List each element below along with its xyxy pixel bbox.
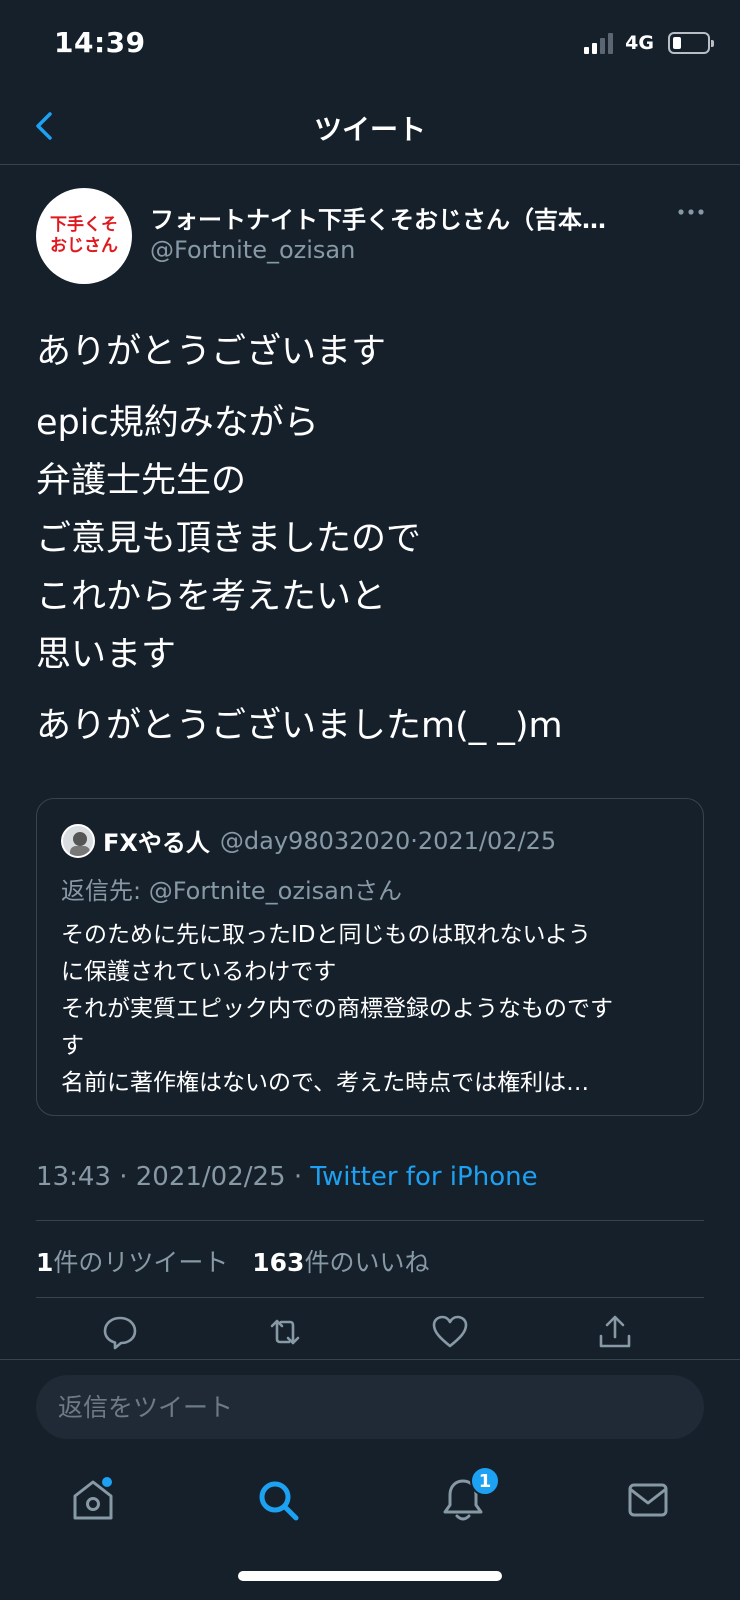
- battery-icon: [668, 32, 714, 54]
- quoted-tweet-card[interactable]: FXやる人 @day98032020 · 2021/02/25 返信先: @Fo…: [36, 798, 704, 1116]
- reply-bar: [0, 1359, 740, 1459]
- quoted-handle: @day98032020: [219, 826, 411, 855]
- quoted-avatar: [61, 823, 95, 858]
- quoted-reply-to: 返信先: @Fortnite_ozisanさん: [61, 877, 403, 905]
- search-icon[interactable]: [252, 1474, 304, 1526]
- tweet-stats: 1件のリツイート 163件のいいね: [36, 1243, 429, 1279]
- like-count: 163: [252, 1248, 305, 1277]
- status-indicators: 4G: [584, 32, 714, 54]
- meta-separator: ·: [119, 1162, 128, 1192]
- home-icon[interactable]: [67, 1474, 119, 1526]
- tweet-actions: [36, 1312, 704, 1362]
- divider: [36, 1297, 704, 1298]
- avatar-text-line2: おじさん: [50, 236, 118, 256]
- tweet-author: 下手くそ おじさん フォートナイト下手くそおじさん（吉本… @Fortnite_…: [36, 188, 708, 284]
- quoted-tweet-header: FXやる人 @day98032020 · 2021/02/25: [61, 823, 556, 858]
- avatar[interactable]: 下手くそ おじさん: [36, 188, 132, 284]
- user-handle[interactable]: @Fortnite_ozisan: [150, 236, 355, 264]
- like-stat[interactable]: 163件のいいね: [252, 1248, 429, 1277]
- tweet-line: 思います: [36, 635, 177, 675]
- page-title: ツイート: [313, 113, 426, 146]
- quoted-line: それが実質エピック内での商標登録のようなものです: [61, 996, 613, 1022]
- meta-separator: ·: [293, 1162, 303, 1192]
- avatar-text-line1: 下手くそ: [50, 215, 118, 235]
- signal-icon: [584, 32, 614, 54]
- retweet-label: 件のリツイート: [53, 1248, 229, 1277]
- quoted-display-name: FXやる人: [103, 829, 210, 857]
- quoted-line: す: [61, 1033, 84, 1059]
- like-label: 件のいいね: [304, 1248, 430, 1277]
- status-bar: 14:39 4G: [0, 0, 740, 90]
- retweet-count: 1: [36, 1248, 54, 1277]
- messages-icon[interactable]: [622, 1474, 674, 1526]
- tweet-line: これからを考えたいと: [36, 577, 387, 617]
- display-name[interactable]: フォートナイト下手くそおじさん（吉本…: [150, 200, 650, 235]
- network-label: 4G: [625, 32, 654, 54]
- tweet-meta: 13:43 · 2021/02/25 · Twitter for iPhone: [36, 1162, 538, 1192]
- tweet-paragraph: ありがとうございましたm(_ _)m: [36, 706, 563, 746]
- notification-badge: 1: [470, 1466, 500, 1496]
- divider: [36, 1220, 704, 1221]
- home-indicator: [238, 1571, 502, 1581]
- tweet-paragraph: epic規約みながら 弁護士先生の ご意見も頂きましたので これからを考えたいと…: [36, 394, 716, 684]
- quoted-text: そのために先に取ったIDと同じものは取れないよう に保護されているわけです それ…: [61, 917, 681, 1102]
- tweet-paragraph: ありがとうございます: [36, 332, 387, 372]
- tweet-line: epic規約みながら: [36, 403, 319, 443]
- retweet-stat[interactable]: 1件のリツイート: [36, 1248, 228, 1277]
- tweet-text: ありがとうございます epic規約みながら 弁護士先生の ご意見も頂きましたので…: [36, 322, 716, 768]
- retweet-icon[interactable]: [265, 1312, 305, 1352]
- tweet-date: 2021/02/25: [135, 1162, 286, 1192]
- like-icon[interactable]: [430, 1312, 470, 1352]
- tweet-line: ご意見も頂きましたので: [36, 519, 422, 559]
- nav-header: ツイート: [0, 90, 740, 165]
- quoted-line: 名前に著作権はないので、考えた時点では権利は…: [61, 1070, 590, 1096]
- tweet-source-link[interactable]: Twitter for iPhone: [310, 1162, 537, 1192]
- reply-icon[interactable]: [100, 1312, 140, 1352]
- quoted-line: そのために先に取ったIDと同じものは取れないよう: [61, 922, 592, 948]
- share-icon[interactable]: [595, 1312, 635, 1352]
- reply-input[interactable]: [36, 1375, 704, 1439]
- status-time: 14:39: [54, 26, 146, 59]
- quoted-separator: ·: [410, 826, 418, 855]
- tweet-time: 13:43: [36, 1162, 111, 1192]
- quoted-line: に保護されているわけです: [61, 959, 337, 985]
- more-icon[interactable]: [674, 200, 708, 224]
- quoted-date: 2021/02/25: [417, 826, 557, 855]
- tweet-line: 弁護士先生の: [36, 461, 247, 501]
